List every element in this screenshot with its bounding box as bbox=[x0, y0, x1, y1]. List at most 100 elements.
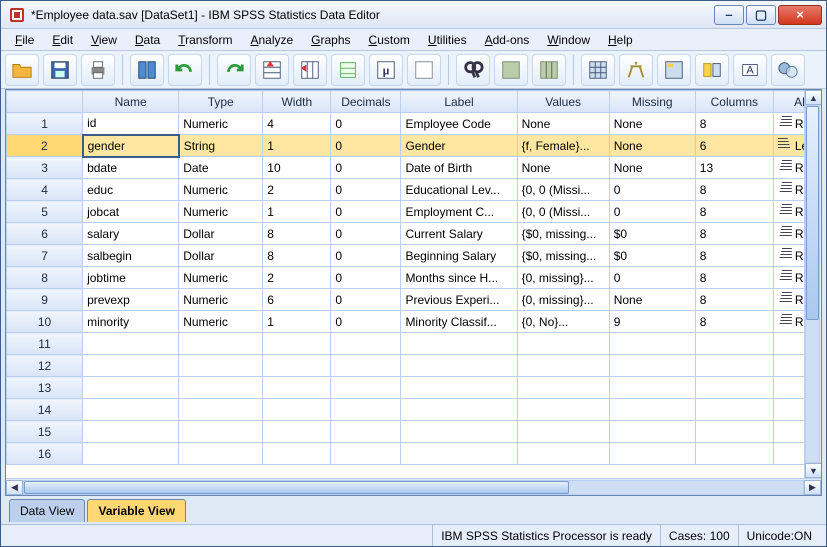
empty-cell[interactable] bbox=[179, 355, 263, 377]
col-header-label[interactable]: Label bbox=[401, 91, 517, 113]
empty-cell[interactable] bbox=[773, 399, 804, 421]
titlebar[interactable]: *Employee data.sav [DataSet1] - IBM SPSS… bbox=[1, 1, 826, 29]
cell-name[interactable]: salary bbox=[83, 223, 179, 245]
empty-cell[interactable] bbox=[695, 421, 773, 443]
insert-case-icon[interactable] bbox=[494, 54, 528, 86]
hscroll-thumb[interactable] bbox=[24, 481, 569, 494]
empty-cell[interactable] bbox=[83, 355, 179, 377]
empty-cell[interactable] bbox=[331, 443, 401, 465]
empty-cell[interactable] bbox=[609, 443, 695, 465]
cell-align[interactable]: Righ bbox=[773, 113, 804, 135]
cell-values[interactable]: {0, 0 (Missi... bbox=[517, 201, 609, 223]
col-header-type[interactable]: Type bbox=[179, 91, 263, 113]
cell-type[interactable]: Numeric bbox=[179, 267, 263, 289]
row-number[interactable]: 14 bbox=[7, 399, 83, 421]
empty-cell[interactable] bbox=[695, 377, 773, 399]
maximize-button[interactable]: ▢ bbox=[746, 5, 776, 25]
cell-name[interactable]: salbegin bbox=[83, 245, 179, 267]
cell-label[interactable]: Employee Code bbox=[401, 113, 517, 135]
empty-row[interactable]: 16 bbox=[7, 443, 805, 465]
cell-align[interactable]: Righ bbox=[773, 245, 804, 267]
cell-label[interactable]: Beginning Salary bbox=[401, 245, 517, 267]
col-header-missing[interactable]: Missing bbox=[609, 91, 695, 113]
cell-values[interactable]: {0, missing}... bbox=[517, 289, 609, 311]
cell-width[interactable]: 1 bbox=[263, 135, 331, 157]
run-icon[interactable]: μ bbox=[369, 54, 403, 86]
menu-edit[interactable]: Edit bbox=[44, 31, 81, 49]
use-sets-icon[interactable] bbox=[695, 54, 729, 86]
empty-cell[interactable] bbox=[773, 377, 804, 399]
menu-transform[interactable]: Transform bbox=[170, 31, 240, 49]
cell-missing[interactable]: $0 bbox=[609, 245, 695, 267]
weight-icon[interactable] bbox=[619, 54, 653, 86]
cell-align[interactable]: Left bbox=[773, 135, 804, 157]
empty-cell[interactable] bbox=[517, 377, 609, 399]
empty-cell[interactable] bbox=[179, 421, 263, 443]
menu-help[interactable]: Help bbox=[600, 31, 641, 49]
cell-name[interactable]: prevexp bbox=[83, 289, 179, 311]
empty-cell[interactable] bbox=[179, 443, 263, 465]
cell-width[interactable]: 1 bbox=[263, 201, 331, 223]
cell-decimals[interactable]: 0 bbox=[331, 311, 401, 333]
spellcheck-icon[interactable] bbox=[771, 54, 805, 86]
cell-type[interactable]: Dollar bbox=[179, 223, 263, 245]
empty-cell[interactable] bbox=[695, 333, 773, 355]
cell-type[interactable]: Date bbox=[179, 157, 263, 179]
cell-decimals[interactable]: 0 bbox=[331, 223, 401, 245]
empty-cell[interactable] bbox=[263, 421, 331, 443]
menu-custom[interactable]: Custom bbox=[361, 31, 418, 49]
empty-cell[interactable] bbox=[517, 333, 609, 355]
cell-values[interactable]: {$0, missing... bbox=[517, 223, 609, 245]
split-icon[interactable] bbox=[581, 54, 615, 86]
row-number[interactable]: 13 bbox=[7, 377, 83, 399]
variables-icon[interactable] bbox=[331, 54, 365, 86]
empty-cell[interactable] bbox=[331, 333, 401, 355]
value-labels-icon[interactable] bbox=[657, 54, 691, 86]
cell-columns[interactable]: 8 bbox=[695, 179, 773, 201]
empty-cell[interactable] bbox=[263, 443, 331, 465]
insert-var-icon[interactable] bbox=[532, 54, 566, 86]
cell-width[interactable]: 2 bbox=[263, 179, 331, 201]
goto-case-icon[interactable] bbox=[255, 54, 289, 86]
row-number[interactable]: 3 bbox=[7, 157, 83, 179]
variable-row[interactable]: 8jobtimeNumeric20Months since H...{0, mi… bbox=[7, 267, 805, 289]
cell-name[interactable]: gender bbox=[83, 135, 179, 157]
cell-columns[interactable]: 8 bbox=[695, 223, 773, 245]
grid-scroll-area[interactable]: NameTypeWidthDecimalsLabelValuesMissingC… bbox=[6, 90, 804, 478]
menu-graphs[interactable]: Graphs bbox=[303, 31, 358, 49]
cell-align[interactable]: Righ bbox=[773, 201, 804, 223]
menu-view[interactable]: View bbox=[83, 31, 125, 49]
cell-label[interactable]: Employment C... bbox=[401, 201, 517, 223]
cell-name[interactable]: jobtime bbox=[83, 267, 179, 289]
cell-type[interactable]: String bbox=[179, 135, 263, 157]
cell-values[interactable]: None bbox=[517, 157, 609, 179]
col-header-name[interactable]: Name bbox=[83, 91, 179, 113]
cell-align[interactable]: Righ bbox=[773, 311, 804, 333]
cell-missing[interactable]: 0 bbox=[609, 179, 695, 201]
row-number[interactable]: 12 bbox=[7, 355, 83, 377]
menu-window[interactable]: Window bbox=[539, 31, 598, 49]
row-number[interactable]: 11 bbox=[7, 333, 83, 355]
cell-name[interactable]: id bbox=[83, 113, 179, 135]
empty-cell[interactable] bbox=[773, 355, 804, 377]
col-header-al[interactable]: Al bbox=[773, 91, 804, 113]
empty-cell[interactable] bbox=[179, 399, 263, 421]
empty-cell[interactable] bbox=[609, 421, 695, 443]
col-header-width[interactable]: Width bbox=[263, 91, 331, 113]
cell-values[interactable]: {0, 0 (Missi... bbox=[517, 179, 609, 201]
empty-row[interactable]: 12 bbox=[7, 355, 805, 377]
cell-decimals[interactable]: 0 bbox=[331, 179, 401, 201]
empty-row[interactable]: 11 bbox=[7, 333, 805, 355]
cell-align[interactable]: Righ bbox=[773, 289, 804, 311]
find-icon[interactable] bbox=[456, 54, 490, 86]
cell-columns[interactable]: 8 bbox=[695, 245, 773, 267]
empty-row[interactable]: 15 bbox=[7, 421, 805, 443]
cell-name[interactable]: minority bbox=[83, 311, 179, 333]
row-number[interactable]: 2 bbox=[7, 135, 83, 157]
variable-row[interactable]: 3bdateDate100Date of BirthNoneNone13Righ bbox=[7, 157, 805, 179]
cell-columns[interactable]: 8 bbox=[695, 267, 773, 289]
cell-missing[interactable]: $0 bbox=[609, 223, 695, 245]
empty-cell[interactable] bbox=[331, 399, 401, 421]
cell-decimals[interactable]: 0 bbox=[331, 113, 401, 135]
cell-name[interactable]: jobcat bbox=[83, 201, 179, 223]
